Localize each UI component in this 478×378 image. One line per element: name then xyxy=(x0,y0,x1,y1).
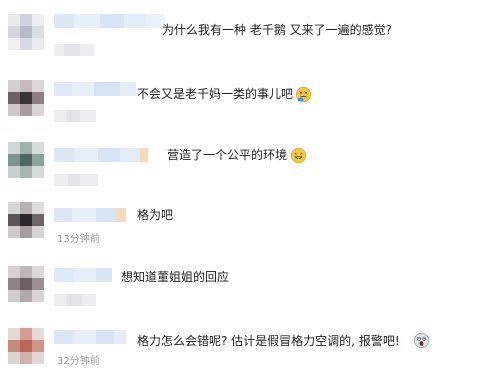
comment-item: 想知道董姐姐的回应 xyxy=(0,256,478,316)
timestamp xyxy=(54,294,96,306)
comment-item: 营造了一个公平的环境 xyxy=(0,128,478,188)
scared-face-icon xyxy=(413,332,430,349)
comment-text: 格为吧 xyxy=(137,208,174,222)
username[interactable] xyxy=(54,208,126,222)
username[interactable] xyxy=(54,14,164,28)
comment-text: 不会又是老千妈一类的事儿吧 xyxy=(137,87,294,101)
comment-item: 格为吧 13分钟前 xyxy=(0,192,478,252)
timestamp xyxy=(54,110,96,122)
avatar[interactable] xyxy=(8,142,44,178)
username[interactable] xyxy=(54,268,112,282)
avatar[interactable] xyxy=(8,14,44,50)
comment-text: 为什么我有一种 老千鹅 又来了一遍的感觉? xyxy=(162,23,392,37)
avatar[interactable] xyxy=(8,80,44,116)
timestamp xyxy=(54,44,94,56)
comment-text: 营造了一个公平的环境 xyxy=(167,148,288,162)
username[interactable] xyxy=(54,82,136,96)
grinning-face-icon xyxy=(290,147,307,164)
avatar[interactable] xyxy=(8,266,44,302)
avatar[interactable] xyxy=(8,202,44,238)
comment-text: 想知道董姐姐的回应 xyxy=(121,270,230,284)
comment-item: 不会又是老千妈一类的事儿吧 xyxy=(0,64,478,124)
username[interactable] xyxy=(54,148,148,162)
comment-item: 为什么我有一种 老千鹅 又来了一遍的感觉? xyxy=(0,0,478,60)
comment-feed: 为什么我有一种 老千鹅 又来了一遍的感觉? 不会又是老千妈一类的事儿吧 营造了一… xyxy=(0,0,478,378)
avatar[interactable] xyxy=(8,328,44,364)
thinking-face-icon xyxy=(295,86,312,103)
comment-item: 格力怎么会错呢? 估计是假冒格力空调的, 报警吧! 32分钟前 xyxy=(0,320,478,378)
username[interactable] xyxy=(54,330,126,344)
timestamp: 13分钟前 xyxy=(57,234,100,245)
timestamp: 32分钟前 xyxy=(57,356,100,367)
comment-text: 格力怎么会错呢? 估计是假冒格力空调的, 报警吧! xyxy=(137,334,400,348)
timestamp xyxy=(54,174,98,186)
